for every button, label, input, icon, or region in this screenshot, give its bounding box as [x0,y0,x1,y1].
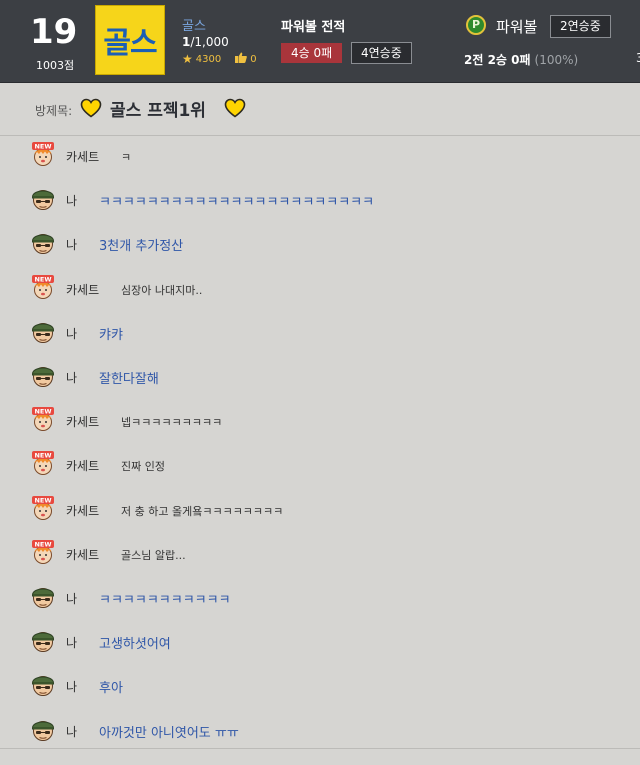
message-sender: 카세트 [66,503,100,518]
message-sender: 카세트 [66,150,100,164]
new-user-avatar-icon: NEW [32,142,54,166]
heart-icon [224,98,246,118]
user-rank: 1/1,000 [182,35,229,49]
message-sender: 나 [66,326,78,341]
message-text: 저 충 하고 올게욬ㅋㅋㅋㅋㅋㅋㅋㅋ [121,504,284,518]
room-title: 골스 프젝1위 [110,101,206,121]
level-number: 19 [30,12,78,52]
message-sender: 카세트 [66,547,100,562]
user-logo[interactable]: 골스 [95,5,165,75]
soldier-avatar-icon [32,720,54,741]
chat-message: NEW 카세트 진짜 인정 [0,441,640,485]
message-sender: 나 [66,680,78,695]
message-text: 후아 [99,681,123,697]
heart-icon [80,98,102,118]
header-edge-text: 3 [636,51,640,65]
powerball-record-title: 파워볼 전적 [281,20,346,35]
chat-message: 나 캬캬 [0,309,640,353]
message-sender: 카세트 [66,415,100,430]
message-sender: 나 [66,592,78,606]
new-user-avatar-icon: NEW [32,274,54,299]
message-sender: 나 [66,636,78,651]
message-sender: 카세트 [66,459,100,474]
chat-message: 나 후아 [0,662,640,706]
chat-message: 나 ㅋㅋㅋㅋㅋㅋㅋㅋㅋㅋㅋ [0,574,640,618]
message-sender: 카세트 [66,282,100,297]
chat-message: NEW 카세트 골스님 알랍... [0,530,640,574]
win-loss-badge: 4승 0패 [281,43,343,63]
overall-record: 2전 2승 0패 (100%) [464,51,578,68]
thumbs-up-icon [235,52,248,66]
like-count: 0 [250,53,257,65]
logo-text: 골스 [103,26,157,61]
message-text: 고생하셧어여 [99,637,171,653]
message-text: 골스님 알랍... [121,548,186,562]
message-sender: 나 [66,371,78,385]
overall-win-pct: (100%) [534,53,579,67]
svg-text:NEW: NEW [34,275,51,283]
chat-bottom-divider [0,748,640,749]
message-text: 잘한다잘해 [99,372,159,387]
chat-message: NEW 카세트 넵ㅋㅋㅋㅋㅋㅋㅋㅋㅋ [0,397,640,441]
chat-message: NEW 카세트 ㅋ [0,132,640,176]
svg-text:NEW: NEW [34,408,51,416]
soldier-avatar-icon [32,676,54,697]
star-icon: ★ [182,52,193,66]
star-count: 4300 [195,53,222,65]
message-text: ㅋㅋㅋㅋㅋㅋㅋㅋㅋㅋㅋ [99,593,231,608]
soldier-avatar-icon [32,367,54,387]
svg-text:NEW: NEW [34,452,51,460]
user-name-link[interactable]: 골스 [182,15,206,34]
new-user-avatar-icon: NEW [32,539,54,564]
message-text: 진짜 인정 [121,460,165,474]
svg-text:NEW: NEW [34,143,51,151]
svg-text:NEW: NEW [34,496,51,504]
chat-message: NEW 카세트 저 충 하고 올게욬ㅋㅋㅋㅋㅋㅋㅋㅋ [0,486,640,530]
new-user-avatar-icon: NEW [32,407,54,432]
room-title-bar: 방제목: 골스 프젝1위 [0,83,640,136]
message-text: ㅋㅋㅋㅋㅋㅋㅋㅋㅋㅋㅋㅋㅋㅋㅋㅋㅋㅋㅋㅋㅋㅋㅋ [99,195,375,211]
message-sender: 나 [66,194,78,209]
message-sender: 나 [66,724,78,739]
streak-badge: 4연승중 [351,42,412,64]
powerball-icon: P [466,15,486,35]
soldier-avatar-icon [32,588,54,608]
soldier-avatar-icon [32,234,54,255]
chat-message: 나 3천개 추가정산 [0,220,640,264]
soldier-avatar-icon [32,632,54,653]
message-text: 넵ㅋㅋㅋㅋㅋㅋㅋㅋㅋ [121,416,223,430]
message-text: 심장아 나대지마.. [121,283,203,297]
chat-message: 나 잘한다잘해 [0,353,640,397]
soldier-avatar-icon [32,190,54,211]
powerball-streak-badge: 2연승중 [550,15,611,38]
message-text: 캬캬 [99,327,123,343]
header-bar: 19 1003점 골스 골스 1/1,000 ★ 4300 0 파워볼 전적 4… [0,0,640,83]
user-stats: ★ 4300 0 [182,52,257,66]
overall-record-text: 2전 2승 0패 [464,53,531,67]
level-points: 1003점 [36,59,75,72]
chat-message: 나 고생하셧어여 [0,618,640,662]
chat-message: NEW 카세트 심장아 나대지마.. [0,265,640,309]
chat-message: 나 ㅋㅋㅋㅋㅋㅋㅋㅋㅋㅋㅋㅋㅋㅋㅋㅋㅋㅋㅋㅋㅋㅋㅋ [0,176,640,220]
message-text: 3천개 추가정산 [99,239,184,255]
new-user-avatar-icon: NEW [32,451,54,476]
svg-text:NEW: NEW [34,540,51,548]
chat-message: 나 아까것만 아니엿어도 ㅠㅠ [0,707,640,751]
new-user-avatar-icon: NEW [32,495,54,520]
message-text: ㅋ [121,151,132,164]
soldier-avatar-icon [32,322,54,343]
powerball-name: 파워볼 [496,18,538,36]
rank-total: /1,000 [190,35,229,49]
message-sender: 나 [66,238,78,253]
message-text: 아까것만 아니엿어도 ㅠㅠ [99,725,239,741]
room-label: 방제목: [35,104,73,118]
